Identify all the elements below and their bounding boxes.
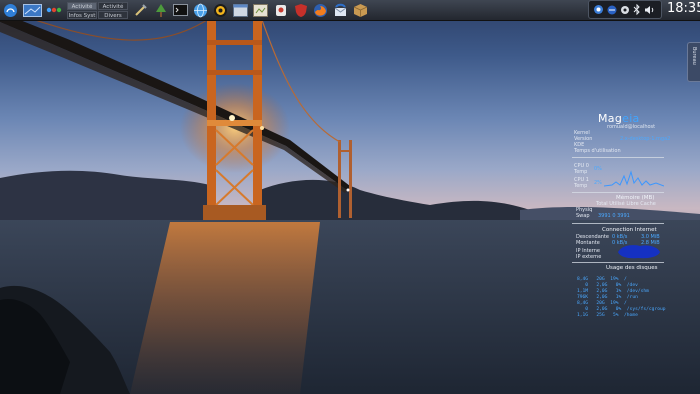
conky-cpu1-temp-label: Temp [574,183,588,189]
disk-usage-row: 1,1M 2,0G 1% /dev/shm [577,289,649,294]
conky-cpu0-value: 0% [594,166,602,172]
conky-uptime-label: Temps d'utilisation [574,148,621,154]
puzzle-icon[interactable] [271,1,290,19]
pager-desktop-3[interactable]: Infos Syst [67,10,97,19]
globe-icon[interactable] [191,1,210,19]
disk-usage-row: 796K 2,0G 1% /run [577,295,638,300]
pager-desktop-4[interactable]: Divers [98,10,128,19]
conky-user-host: romuald@localhost [607,124,656,130]
conky-upload-label: Montante [576,240,600,246]
conky-divider [572,157,664,158]
thunderbird-icon[interactable] [331,1,350,19]
conky-divider [572,192,664,193]
conky-network-title: Connection Internet [602,227,657,233]
disk-usage-row: 0 2,0G 0% /sys/fs/cgroup [577,307,666,312]
conky-memory-columns: Total Utilisé Libre Cache [596,201,656,207]
disk-usage-row: 8,4G 20G 19% / [577,277,627,282]
pager-desktop-1[interactable]: Activité [67,1,97,10]
sunburst-icon[interactable] [211,1,230,19]
disk-usage-row: 0 2,0G 0% /dev [577,283,638,288]
blue-sphere-icon[interactable] [607,5,617,15]
cpu-graph [604,170,664,187]
window-icon[interactable] [231,1,250,19]
firefox-icon[interactable] [311,1,330,19]
conky-ip-external-label: IP externe [576,254,602,260]
show-desktop-icon[interactable] [21,1,43,19]
terminal-icon[interactable] [171,1,190,19]
system-tray [588,0,662,19]
disk-usage-row: 8,4G 20G 19% / [577,301,627,306]
conky-cpu0-temp-label: Temp [574,169,588,175]
conky-disks-title: Usage des disques [606,265,658,271]
network-graph [618,245,660,259]
shield-icon[interactable] [291,1,310,19]
network-icon[interactable] [593,4,604,15]
conky-divider [572,262,664,263]
conky-cpu1-value: 2% [594,180,602,186]
conky-memory-swap-value: 3991 0 3991 [598,213,630,219]
settings-icon[interactable] [620,5,630,15]
top-panel: Activité Activité Infos Syst Divers 18:3 [0,0,700,21]
desktop-toolbox-label: Bureau [691,47,697,65]
desktop-toolbox-tab[interactable]: Bureau [687,42,700,82]
conky-version-value: 2.x-desktop-1.mga2 [620,136,671,142]
golden-gate-wallpaper-image [0,7,700,394]
desktop-wallpaper [0,0,700,394]
volume-icon[interactable] [644,5,655,15]
disk-usage-row: 1,1G 25G 5% /home [577,313,638,318]
virtual-desktop-pager[interactable]: Activité Activité Infos Syst Divers [67,1,128,19]
conky-memory-swap-label: Swap [576,213,590,219]
card-icon[interactable] [251,1,270,19]
app-dots-icon[interactable] [44,1,63,19]
panel-clock[interactable]: 18:35 [667,1,700,16]
conky-divider [572,223,664,224]
bluetooth-icon[interactable] [633,4,641,15]
tools-icon[interactable] [131,1,150,19]
mageia-menu-icon[interactable] [1,1,20,19]
tree-icon[interactable] [151,1,170,19]
package-icon[interactable] [351,1,370,19]
pager-desktop-2[interactable]: Activité [98,1,128,10]
